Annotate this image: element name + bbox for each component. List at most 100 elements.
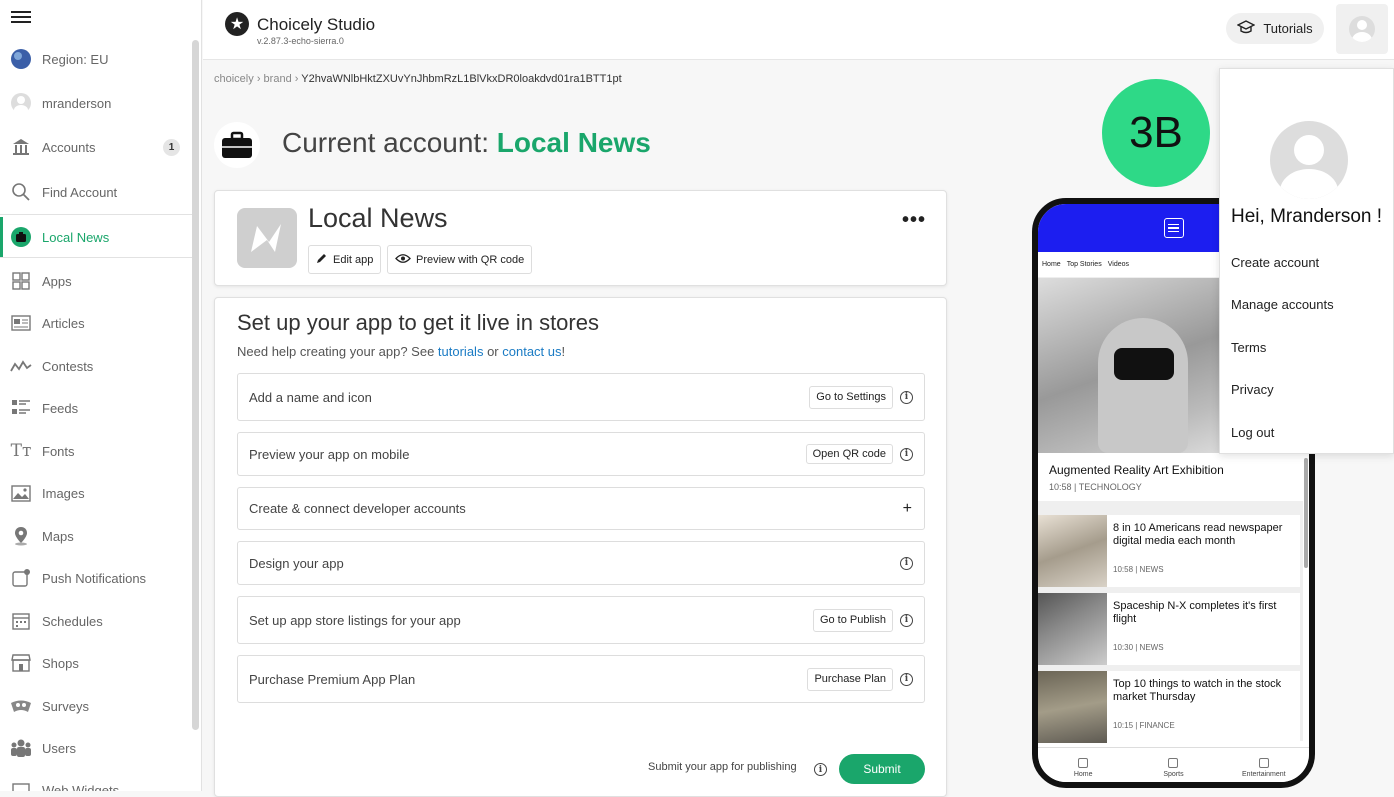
breadcrumb-item[interactable]: choicely [214,73,254,85]
menu-item-manage-accounts[interactable]: Manage accounts [1231,297,1334,312]
menu-item-terms[interactable]: Terms [1231,340,1266,355]
go-to-publish-button[interactable]: Go to Publish [812,608,893,632]
nav-label: Home [1073,771,1093,778]
top-bar: ★ Choicely Studio v.2.87.3-echo-sierra.0… [203,0,1394,60]
edit-app-button[interactable]: Edit app [308,245,382,274]
contact-us-link[interactable]: contact us [502,344,561,359]
article-icon [10,312,32,334]
tutorials-button[interactable]: Tutorials [1226,13,1324,44]
sidebar: Region: EU mranderson Accounts 1 Find Ac… [0,0,202,791]
sidebar-item-label: Local News [42,229,110,245]
sidebar-item-users[interactable]: Users [0,728,192,768]
info-icon[interactable]: i [814,763,827,776]
widget-icon [10,779,32,791]
sidebar-item-find-account[interactable]: Find Account [0,172,192,212]
sidebar-region[interactable]: Region: EU [0,39,192,79]
step-preview-mobile[interactable]: Preview your app on mobile Open QR code … [237,432,925,476]
article-list: 8 in 10 Americans read newspaper digital… [1038,501,1303,743]
step-premium-plan[interactable]: Purchase Premium App Plan Purchase Plan … [237,655,925,703]
current-account-prefix: Current account: [282,127,497,158]
article-thumbnail [1038,671,1107,743]
step-name-icon[interactable]: Add a name and icon Go to Settings i [237,373,925,421]
sidebar-item-fonts[interactable]: Tт Fonts [0,431,192,471]
list-item: 8 in 10 Americans read newspaper digital… [1038,515,1300,587]
list-item: Top 10 things to watch in the stock mark… [1038,671,1300,743]
help-suffix: ! [561,344,566,359]
image-icon [10,482,32,504]
article-title: Top 10 things to watch in the stock mark… [1113,678,1282,703]
sidebar-item-web-widgets[interactable]: Web Widgets [0,770,192,791]
sidebar-user-label: mranderson [42,95,112,111]
step-label: Preview your app on mobile [249,446,410,462]
menu-item-log-out[interactable]: Log out [1231,425,1274,440]
phone-tab: Home [1042,261,1061,268]
info-icon[interactable]: i [900,447,913,461]
phone-tab: Top Stories [1066,261,1102,268]
info-icon[interactable]: i [900,556,913,570]
step-store-listings[interactable]: Set up app store listings for your app G… [237,596,925,644]
article-meta: 10:15 | FINANCE [1113,721,1175,730]
sidebar-item-images[interactable]: Images [0,473,192,513]
info-icon[interactable]: i [900,672,913,686]
breadcrumb: choicely › brand › Y2hvaWNlbHktZXUvYnJhb… [214,73,622,85]
sidebar-user[interactable]: mranderson [0,83,192,123]
feed-icon [10,397,32,419]
sidebar-item-label: Fonts [42,443,75,459]
open-qr-code-button[interactable]: Open QR code [805,444,893,464]
sidebar-item-contests[interactable]: Contests [0,346,192,386]
go-to-settings-button[interactable]: Go to Settings [809,385,893,409]
submit-button[interactable]: Submit [839,754,925,784]
accounts-count-badge: 1 [163,138,180,156]
studio-title: Choicely Studio [257,15,376,34]
sidebar-item-maps[interactable]: Maps [0,516,192,556]
purchase-plan-button[interactable]: Purchase Plan [807,667,893,691]
info-icon[interactable]: i [900,613,913,627]
submit-description: Submit your app for publishing [648,761,797,773]
sidebar-item-articles[interactable]: Articles [0,303,192,343]
sidebar-item-shops[interactable]: Shops [0,643,192,683]
list-item: Spaceship N-X completes it's first fligh… [1038,593,1300,665]
nav-entertainment: Entertainment [1219,748,1309,782]
contest-icon [10,355,32,377]
map-pin-icon [10,525,32,547]
hamburger-menu-icon[interactable] [11,8,31,28]
profile-avatar-button[interactable] [1336,4,1388,54]
calendar-icon [10,610,32,632]
breadcrumb-current: Y2hvaWNlbHktZXUvYnJhbmRzL1BlVkxDR0loakdv… [301,73,622,85]
sports-icon [1168,758,1179,768]
tutorials-link[interactable]: tutorials [438,344,484,359]
font-icon: Tт [10,441,32,461]
sidebar-item-schedules[interactable]: Schedules [0,601,192,641]
step-label: Add a name and icon [249,389,372,405]
article-thumbnail [1038,593,1107,665]
sidebar-item-surveys[interactable]: Surveys [0,686,192,726]
article-title: 8 in 10 Americans read newspaper digital… [1113,522,1283,547]
info-icon[interactable]: i [900,390,913,404]
menu-item-privacy[interactable]: Privacy [1231,382,1274,397]
sidebar-item-accounts[interactable]: Accounts 1 [0,127,192,167]
sidebar-item-local-news[interactable]: Local News [0,217,192,257]
nav-home: Home [1038,748,1128,782]
sidebar-item-apps[interactable]: Apps [0,261,192,301]
sidebar-item-label: Feeds [42,400,79,416]
sidebar-scrollbar[interactable] [192,40,199,730]
push-icon [10,567,32,589]
breadcrumb-item[interactable]: brand [264,73,292,85]
app-logo-icon [237,208,297,268]
shop-icon [10,652,32,674]
nav-label: Sports [1163,771,1184,778]
sidebar-item-label: Surveys [42,698,89,714]
current-account-name: Local News [496,127,651,158]
step-design-app[interactable]: Design your app i [237,541,925,585]
menu-item-create-account[interactable]: Create account [1231,255,1319,270]
sidebar-item-label: Find Account [42,184,118,200]
expand-plus-icon[interactable]: + [903,500,912,518]
sidebar-divider [0,257,192,258]
sidebar-item-push-notifications[interactable]: Push Notifications [0,558,192,598]
grid-icon [10,270,32,292]
sidebar-item-feeds[interactable]: Feeds [0,388,192,428]
step-developer-accounts[interactable]: Create & connect developer accounts + [237,487,925,530]
more-options-icon[interactable]: ••• [902,209,926,232]
preview-qr-button[interactable]: Preview with QR code [387,245,533,274]
users-icon [10,737,32,759]
